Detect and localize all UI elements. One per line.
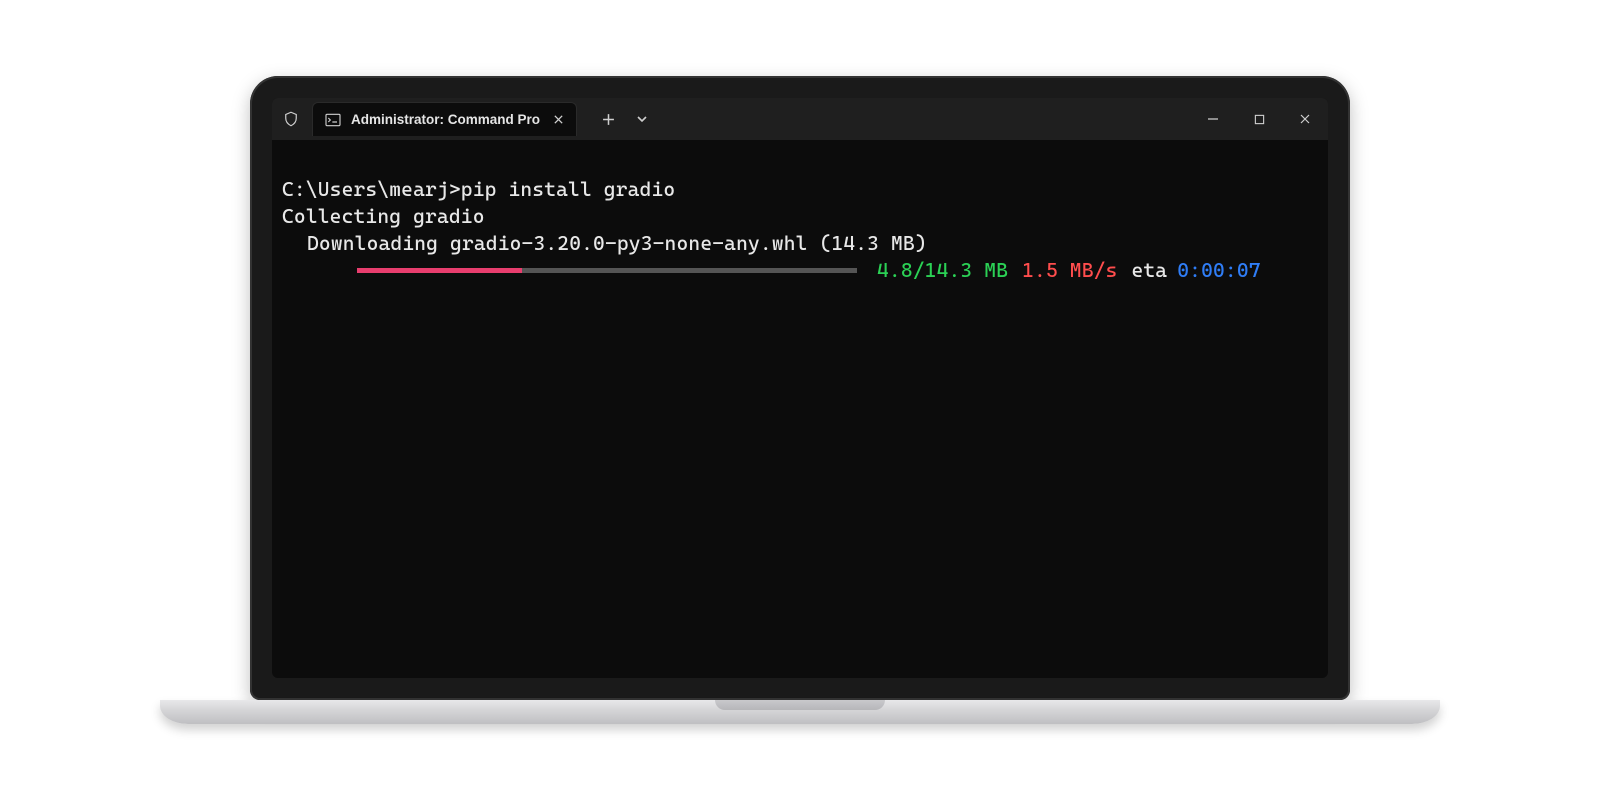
progress-row: 4.8/14.3 MB 1.5 MB/s eta 0:00:07 bbox=[282, 257, 1318, 284]
terminal-icon bbox=[325, 113, 341, 127]
progress-speed: 1.5 MB/s bbox=[1022, 257, 1117, 284]
terminal-window: Administrator: Command Pro bbox=[272, 98, 1328, 678]
terminal-tab[interactable]: Administrator: Command Pro bbox=[312, 102, 577, 136]
laptop-mockup: Administrator: Command Pro bbox=[250, 76, 1350, 724]
prompt-line: C:\Users\mearj>pip install gradio bbox=[282, 176, 1318, 203]
shield-icon bbox=[282, 110, 300, 128]
output-downloading: Downloading gradio-3.20.0-py3-none-any.w… bbox=[282, 230, 1318, 257]
tab-dropdown-button[interactable] bbox=[627, 104, 657, 134]
tab-close-button[interactable] bbox=[550, 112, 566, 128]
close-button[interactable] bbox=[1282, 98, 1328, 140]
output-collecting: Collecting gradio bbox=[282, 203, 1318, 230]
maximize-button[interactable] bbox=[1236, 98, 1282, 140]
terminal-output[interactable]: C:\Users\mearj>pip install gradio Collec… bbox=[272, 140, 1328, 294]
laptop-bezel: Administrator: Command Pro bbox=[250, 76, 1350, 700]
laptop-base bbox=[160, 700, 1440, 724]
titlebar-left: Administrator: Command Pro bbox=[272, 102, 657, 136]
new-tab-button[interactable] bbox=[593, 104, 623, 134]
window-titlebar: Administrator: Command Pro bbox=[272, 98, 1328, 140]
command-text: pip install gradio bbox=[461, 177, 676, 201]
progress-bar bbox=[357, 268, 857, 273]
minimize-button[interactable] bbox=[1190, 98, 1236, 140]
prompt: C:\Users\mearj> bbox=[282, 177, 461, 201]
progress-fill bbox=[357, 268, 522, 273]
laptop-notch bbox=[715, 700, 885, 710]
eta-label: eta bbox=[1131, 257, 1167, 284]
tab-title: Administrator: Command Pro bbox=[351, 112, 540, 127]
window-controls bbox=[1190, 98, 1328, 140]
progress-size: 4.8/14.3 MB bbox=[877, 257, 1008, 284]
tab-actions bbox=[593, 104, 657, 134]
progress-eta: 0:00:07 bbox=[1177, 257, 1260, 284]
